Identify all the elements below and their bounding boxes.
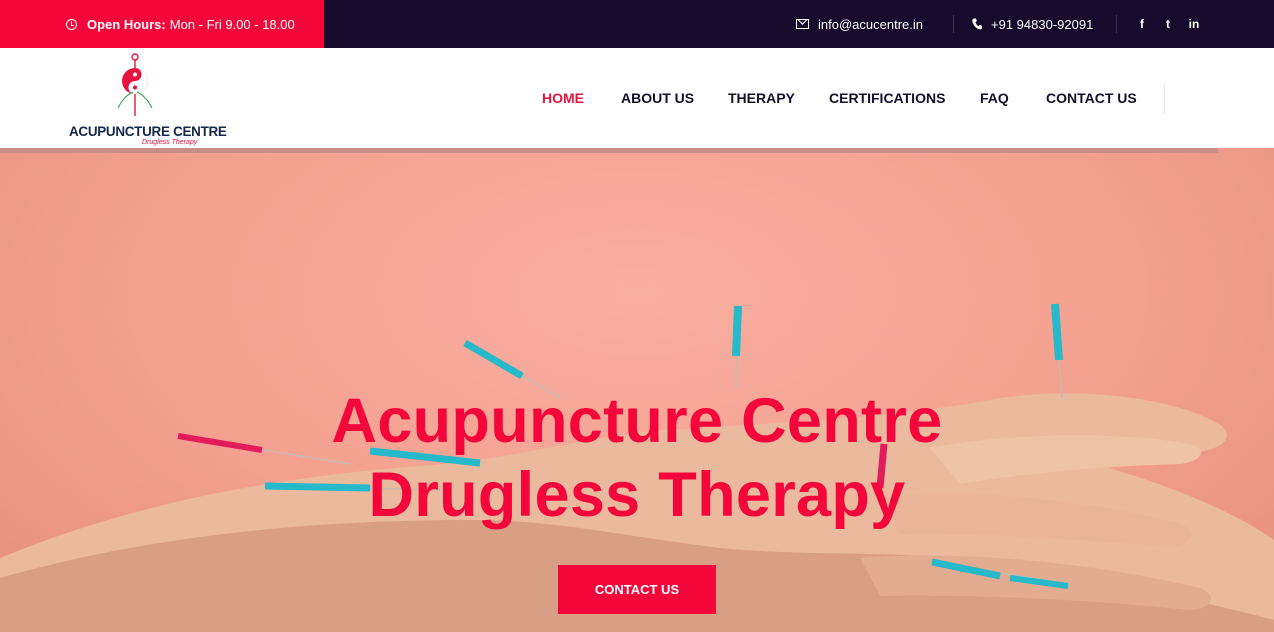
site-logo[interactable]: ACUPUNCTURE CENTRE Drugless Therapy [68, 48, 227, 148]
nav-contact-us[interactable]: CONTACT US [1046, 90, 1137, 106]
email-text[interactable]: info@acucentre.in [818, 17, 923, 32]
envelope-icon [796, 19, 809, 29]
open-hours-label: Open Hours: [87, 16, 166, 32]
contact-us-button[interactable]: CONTACT US [558, 565, 716, 614]
hero-title-line2: Drugless Therapy [368, 460, 906, 530]
email-contact[interactable]: info@acucentre.in [796, 0, 923, 48]
nav-divider [1164, 84, 1165, 114]
nav-home[interactable]: HOME [542, 90, 584, 106]
twitter-icon[interactable]: t [1162, 17, 1174, 31]
social-links: f t in [1136, 0, 1200, 48]
divider [1116, 15, 1117, 33]
nav-certifications[interactable]: CERTIFICATIONS [829, 90, 945, 106]
open-hours-value: Mon - Fri 9.00 - 18.00 [169, 16, 295, 32]
nav-faq[interactable]: FAQ [980, 90, 1009, 106]
divider [953, 15, 954, 33]
hero-title: Acupuncture Centre Drugless Therapy [0, 384, 1274, 532]
logo-subtitle: Drugless Therapy [142, 139, 198, 146]
yin-yang-needle-icon [117, 53, 153, 116]
top-bar: Open Hours: Mon - Fri 9.00 - 18.00 info@… [0, 0, 1274, 48]
phone-text[interactable]: +91 94830-92091 [991, 17, 1093, 32]
site-header: ACUPUNCTURE CENTRE Drugless Therapy HOME… [0, 48, 1274, 148]
open-hours: Open Hours: Mon - Fri 9.00 - 18.00 [0, 0, 324, 48]
phone-contact[interactable]: +91 94830-92091 [972, 0, 1093, 48]
nav-therapy[interactable]: THERAPY [728, 90, 795, 106]
logo-title: ACUPUNCTURE CENTRE [69, 123, 227, 139]
linkedin-icon[interactable]: in [1188, 17, 1200, 31]
hero-banner: Acupuncture Centre Drugless Therapy CONT… [0, 148, 1274, 632]
nav-about-us[interactable]: ABOUT US [621, 90, 694, 106]
hero-title-line1: Acupuncture Centre [331, 386, 943, 456]
phone-icon [972, 18, 982, 30]
clock-icon [66, 18, 77, 30]
facebook-icon[interactable]: f [1136, 17, 1148, 31]
